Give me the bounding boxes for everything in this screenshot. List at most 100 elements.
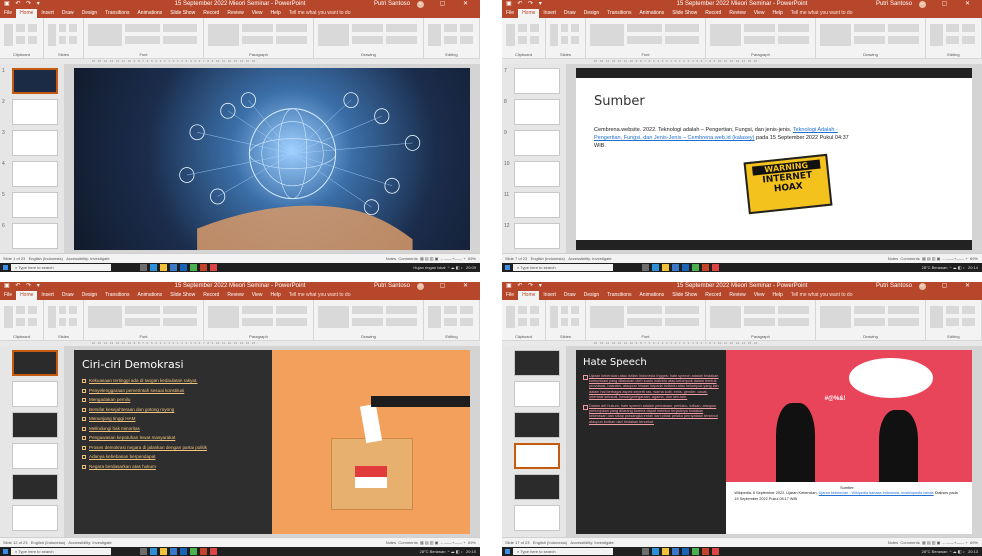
ribbon-control[interactable] bbox=[571, 36, 579, 44]
tab-record[interactable]: Record bbox=[701, 291, 725, 300]
slide-canvas[interactable]: #@%&! Hate Speech Ujaran kebencian atau is… bbox=[566, 346, 982, 538]
chrome-icon[interactable] bbox=[692, 548, 699, 555]
window-controls[interactable]: – ▢ ✕ bbox=[921, 282, 978, 291]
ribbon-control[interactable] bbox=[710, 306, 741, 328]
ribbon-control[interactable] bbox=[69, 36, 77, 44]
ribbon-control[interactable] bbox=[530, 24, 539, 32]
slide-thumbnail[interactable] bbox=[514, 68, 560, 94]
ribbon-group-clipboard[interactable]: Clipboard bbox=[502, 18, 546, 58]
ribbon-control[interactable] bbox=[386, 24, 417, 32]
ribbon-group-editing[interactable]: Editing bbox=[926, 18, 982, 58]
ribbon-control[interactable] bbox=[664, 318, 699, 326]
slide-thumbnail[interactable] bbox=[514, 130, 560, 156]
tab-draw[interactable]: Draw bbox=[560, 291, 580, 300]
tab-design[interactable]: Design bbox=[580, 291, 604, 300]
ribbon-group-font[interactable]: Font bbox=[586, 300, 706, 340]
comments-button[interactable]: Comments bbox=[900, 256, 919, 261]
system-tray[interactable]: 28°C Berawan ^ ☁ ◧ ♪ 20:10 bbox=[420, 547, 476, 556]
ribbon-control[interactable] bbox=[88, 24, 123, 46]
slide-thumbnail[interactable] bbox=[514, 192, 560, 218]
ribbon-group-drawing[interactable]: Drawing bbox=[816, 18, 926, 58]
store-icon[interactable] bbox=[170, 264, 177, 271]
powerpoint-icon[interactable] bbox=[200, 264, 207, 271]
ribbon-control[interactable] bbox=[444, 306, 457, 314]
tab-record[interactable]: Record bbox=[199, 291, 223, 300]
notes-button[interactable]: Notes bbox=[888, 256, 898, 261]
ribbon-control[interactable] bbox=[854, 306, 885, 314]
ribbon-control[interactable] bbox=[162, 306, 197, 314]
mail-icon[interactable] bbox=[180, 548, 187, 555]
ribbon-control[interactable] bbox=[530, 36, 539, 44]
ribbon-control[interactable] bbox=[518, 36, 527, 44]
ribbon-control[interactable] bbox=[276, 24, 307, 32]
slide-thumbnail[interactable] bbox=[514, 443, 560, 469]
ribbon-control[interactable] bbox=[518, 318, 527, 326]
ribbon-control[interactable] bbox=[16, 36, 25, 44]
ribbon-control[interactable] bbox=[460, 24, 473, 32]
ribbon-control[interactable] bbox=[664, 24, 699, 32]
taskbar-search[interactable]: ⌕ Type here to search bbox=[11, 548, 111, 555]
slide[interactable]: #@%&! Hate Speech Ujaran kebencian atau is… bbox=[576, 350, 972, 534]
ribbon-control[interactable] bbox=[571, 306, 579, 314]
tell-me-search[interactable]: Tell me what you want to do bbox=[787, 9, 857, 18]
tab-file[interactable]: File bbox=[0, 291, 16, 300]
ribbon-control[interactable] bbox=[386, 306, 417, 314]
ribbon-control[interactable] bbox=[550, 306, 558, 328]
chrome-icon[interactable] bbox=[190, 264, 197, 271]
ribbon-control[interactable] bbox=[318, 306, 349, 328]
ribbon-control[interactable] bbox=[560, 36, 569, 44]
tab-view[interactable]: View bbox=[750, 291, 769, 300]
ribbon-control[interactable] bbox=[590, 24, 625, 46]
ribbon-group-slides[interactable]: Slides bbox=[546, 18, 586, 58]
ribbon-control[interactable] bbox=[710, 24, 741, 46]
notes-button[interactable]: Notes bbox=[888, 540, 898, 545]
ribbon-control[interactable] bbox=[276, 306, 307, 314]
ribbon-group-paragraph[interactable]: Paragraph bbox=[204, 18, 314, 58]
ribbon-control[interactable] bbox=[744, 24, 775, 32]
window-controls[interactable]: – ▢ ✕ bbox=[419, 282, 476, 291]
tab-home[interactable]: Home bbox=[518, 291, 540, 300]
taskview-icon[interactable] bbox=[642, 548, 649, 555]
slide-thumbnail-panel[interactable] bbox=[0, 346, 65, 538]
status-accessibility[interactable]: Accessibility: Investigate bbox=[66, 256, 109, 261]
edge-icon[interactable] bbox=[150, 548, 157, 555]
ribbon-control[interactable] bbox=[125, 306, 160, 314]
powerpoint-icon[interactable] bbox=[200, 548, 207, 555]
tab-insert[interactable]: Insert bbox=[539, 9, 560, 18]
chrome-icon[interactable] bbox=[692, 264, 699, 271]
tab-transitions[interactable]: Transitions bbox=[101, 9, 133, 18]
tab-view[interactable]: View bbox=[750, 9, 769, 18]
slide[interactable] bbox=[74, 68, 470, 250]
ribbon-control[interactable] bbox=[744, 306, 775, 314]
zoom-level[interactable]: 69% bbox=[468, 256, 476, 261]
status-language[interactable]: English (Indonesia) bbox=[29, 256, 63, 261]
slide-thumbnail[interactable] bbox=[12, 130, 58, 156]
ribbon-control[interactable] bbox=[352, 318, 383, 326]
tab-design[interactable]: Design bbox=[78, 9, 102, 18]
ribbon-control[interactable] bbox=[744, 318, 775, 326]
zoom-level[interactable]: 69% bbox=[970, 540, 978, 545]
photos-icon[interactable] bbox=[210, 548, 217, 555]
mail-icon[interactable] bbox=[682, 548, 689, 555]
tab-record[interactable]: Record bbox=[199, 9, 223, 18]
tell-me-search[interactable]: Tell me what you want to do bbox=[787, 291, 857, 300]
tab-slide-show[interactable]: Slide Show bbox=[668, 291, 701, 300]
ribbon-control[interactable] bbox=[460, 318, 473, 326]
ribbon-control[interactable] bbox=[352, 24, 383, 32]
slide-thumbnail[interactable] bbox=[514, 381, 560, 407]
zoom-level[interactable]: 69% bbox=[970, 256, 978, 261]
ribbon-control[interactable] bbox=[744, 36, 775, 44]
win-logo-icon[interactable] bbox=[505, 549, 510, 554]
account-name[interactable]: Putri Santoso bbox=[876, 282, 912, 291]
ribbon-control[interactable] bbox=[778, 36, 809, 44]
ribbon-control[interactable] bbox=[854, 24, 885, 32]
ribbon-control[interactable] bbox=[962, 306, 975, 314]
comments-button[interactable]: Comments bbox=[398, 540, 417, 545]
ribbon-control[interactable] bbox=[946, 306, 959, 314]
ribbon-control[interactable] bbox=[352, 306, 383, 314]
tab-file[interactable]: File bbox=[502, 291, 518, 300]
ribbon-control[interactable] bbox=[162, 318, 197, 326]
ribbon-control[interactable] bbox=[664, 36, 699, 44]
mail-icon[interactable] bbox=[180, 264, 187, 271]
account-name[interactable]: Putri Santoso bbox=[374, 282, 410, 291]
